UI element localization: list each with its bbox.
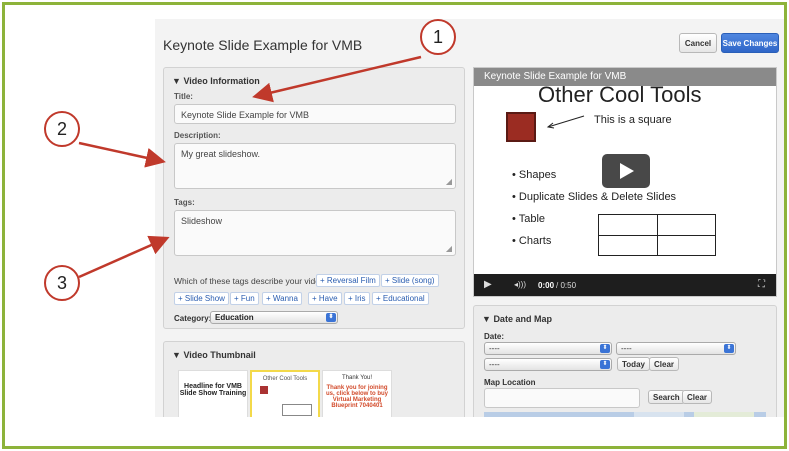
callout-number-3: 3 bbox=[44, 265, 80, 301]
callout-number-2: 2 bbox=[44, 111, 80, 147]
callout-arrow-1 bbox=[252, 55, 422, 103]
screenshot-frame: Keynote Slide Example for VMB Cancel Sav… bbox=[2, 2, 787, 449]
callout-arrow-2 bbox=[78, 141, 166, 168]
annotation-arrows bbox=[78, 55, 422, 279]
callout-number-1: 1 bbox=[420, 19, 456, 55]
callout-arrow-3 bbox=[78, 235, 170, 279]
